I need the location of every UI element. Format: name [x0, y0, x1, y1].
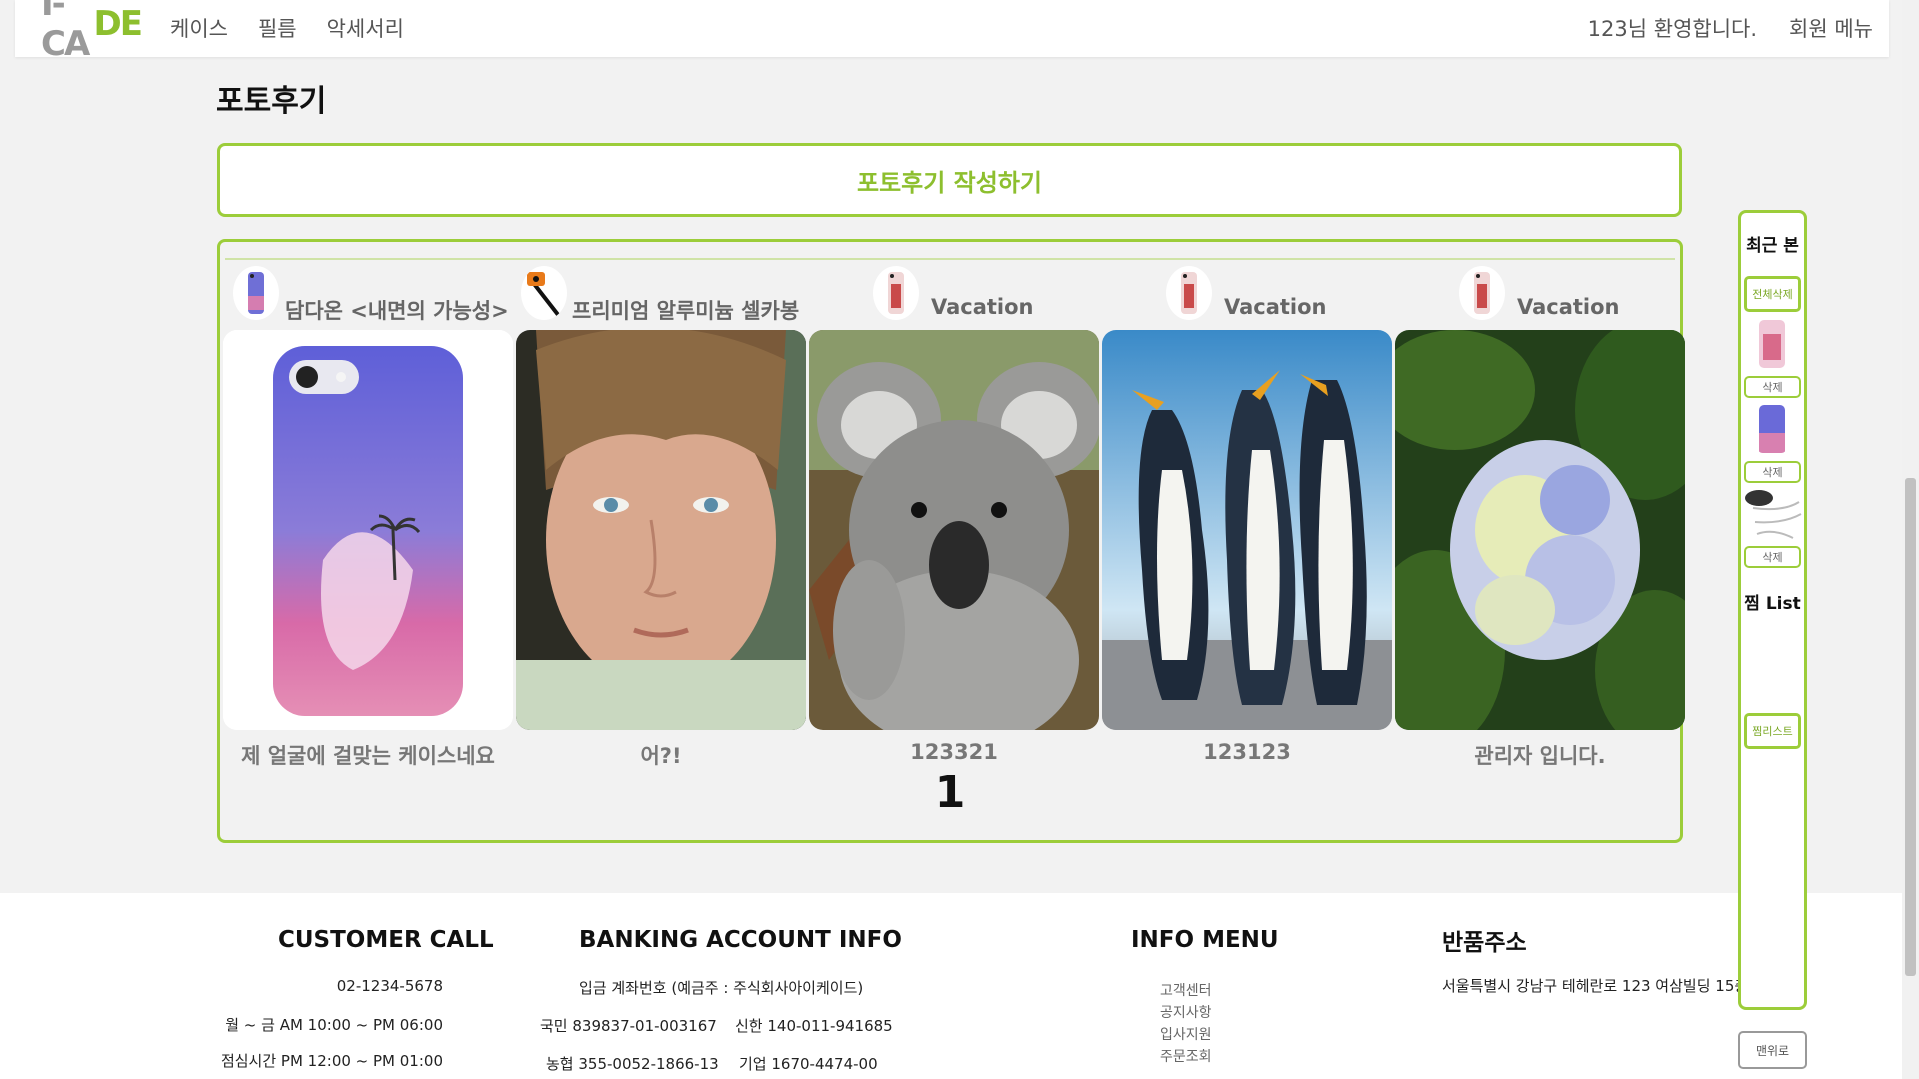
product-name: Vacation: [931, 295, 1034, 319]
write-review-button[interactable]: 포토후기 작성하기: [217, 143, 1682, 217]
customer-hours: 월 ~ 금 AM 10:00 ~ PM 06:00: [225, 1016, 443, 1034]
delete-all-button[interactable]: 전체삭제: [1744, 276, 1801, 312]
recent-item-thumbnail[interactable]: [1743, 488, 1803, 544]
logo-text-green: DE: [93, 4, 143, 44]
delete-recent-button[interactable]: 삭제: [1744, 461, 1801, 483]
phone-case-purple-shell[interactable]: [223, 330, 513, 730]
phone-case-icon: [873, 266, 919, 320]
wishlist-button[interactable]: 찜리스트: [1744, 713, 1801, 749]
review-product: Vacation: [1102, 262, 1392, 326]
info-menu-title: INFO MENU: [1131, 927, 1279, 953]
review-caption: 123321: [910, 740, 998, 764]
review-product: Vacation: [1395, 262, 1685, 326]
nav-film[interactable]: 필름: [258, 13, 297, 43]
return-address: 서울특별시 강남구 테헤란로 123 여삼빌딩 15층: [1442, 977, 1749, 995]
product-name: Vacation: [1224, 295, 1327, 319]
recent-item-thumbnail[interactable]: [1757, 405, 1787, 453]
phone-case-icon: [1459, 266, 1505, 320]
main-nav: 케이스 필름 악세서리: [170, 13, 404, 43]
footer-link-notice[interactable]: 공지사항: [1160, 1002, 1212, 1022]
welcome-text: 123님 환영합니다.: [1587, 17, 1758, 41]
footer-link-careers[interactable]: 입사지원: [1160, 1024, 1212, 1044]
product-name: Vacation: [1517, 295, 1620, 319]
banking-nh: 농협 355-0052-1866-13: [546, 1055, 719, 1073]
site-logo[interactable]: I-CA DE: [41, 0, 143, 64]
return-address-title: 반품주소: [1442, 930, 1527, 956]
review-caption: 어?!: [640, 744, 682, 768]
phone-case-icon: [233, 266, 279, 320]
banking-title: BANKING ACCOUNT INFO: [579, 927, 902, 953]
board-divider: [225, 258, 1675, 260]
penguins-photo[interactable]: [1102, 330, 1392, 730]
review-product: Vacation: [809, 262, 1099, 326]
delete-recent-button[interactable]: 삭제: [1744, 376, 1801, 398]
product-name: 담다온 <내면의 가능성>: [285, 299, 509, 323]
nav-case[interactable]: 케이스: [170, 13, 228, 43]
review-caption: 제 얼굴에 걸맞는 케이스네요: [241, 744, 495, 768]
logo-text-gray: I-CA: [41, 0, 90, 64]
selfie-stick-icon: [521, 266, 567, 320]
delete-recent-button[interactable]: 삭제: [1744, 546, 1801, 568]
product-name: 프리미엄 알루미늄 셀카봉: [572, 299, 800, 323]
scrollbar-thumb[interactable]: [1905, 478, 1916, 976]
pagination-current[interactable]: 1: [220, 767, 1680, 818]
footer-link-customer-center[interactable]: 고객센터: [1160, 980, 1212, 1000]
banking-shinhan: 신한 140-011-941685: [735, 1017, 893, 1035]
site-footer: CUSTOMER CALL 02-1234-5678 월 ~ 금 AM 10:0…: [0, 893, 1902, 1079]
koala-photo[interactable]: [809, 330, 1099, 730]
wishlist-title: 찜 List: [1744, 594, 1801, 614]
banking-ibk: 기업 1670-4474-00: [739, 1055, 878, 1073]
recent-view-title: 최근 본: [1746, 236, 1799, 256]
review-board: 담다온 <내면의 가능성> 제 얼굴에 걸맞는 케이스네요 프리미엄 알루미늄 …: [217, 239, 1685, 843]
child-portrait[interactable]: [516, 330, 806, 730]
footer-link-order-lookup[interactable]: 주문조회: [1160, 1046, 1212, 1066]
recent-view-sidebar: 최근 본 전체삭제 삭제 삭제 삭제 찜 List 찜리스트: [1738, 210, 1807, 1010]
customer-call-title: CUSTOMER CALL: [278, 927, 494, 953]
review-product: 담다온 <내면의 가능성>: [223, 262, 513, 326]
customer-phone: 02-1234-5678: [336, 977, 443, 995]
phone-case-icon: [1166, 266, 1212, 320]
hydrangea-photo[interactable]: [1395, 330, 1685, 730]
banking-kb: 국민 839837-01-003167: [540, 1017, 717, 1035]
recent-item-thumbnail[interactable]: [1757, 320, 1787, 368]
review-product: 프리미엄 알루미늄 셀카봉: [516, 262, 806, 326]
scroll-to-top-button[interactable]: 맨위로: [1738, 1031, 1807, 1069]
customer-lunch: 점심시간 PM 12:00 ~ PM 01:00: [220, 1052, 443, 1070]
top-header: I-CA DE 케이스 필름 악세서리 123님 환영합니다. 회원 메뉴: [15, 0, 1889, 64]
review-caption: 123123: [1203, 740, 1291, 764]
page-title: 포토후기: [216, 84, 327, 119]
banking-holder: 입금 계좌번호 (예금주 : 주식회사아이케이드): [579, 979, 864, 997]
member-menu-link[interactable]: 회원 메뉴: [1789, 13, 1873, 43]
header-user-area: 123님 환영합니다. 회원 메뉴: [1588, 13, 1873, 43]
review-caption: 관리자 입니다.: [1474, 744, 1606, 768]
nav-accessory[interactable]: 악세서리: [327, 13, 404, 43]
